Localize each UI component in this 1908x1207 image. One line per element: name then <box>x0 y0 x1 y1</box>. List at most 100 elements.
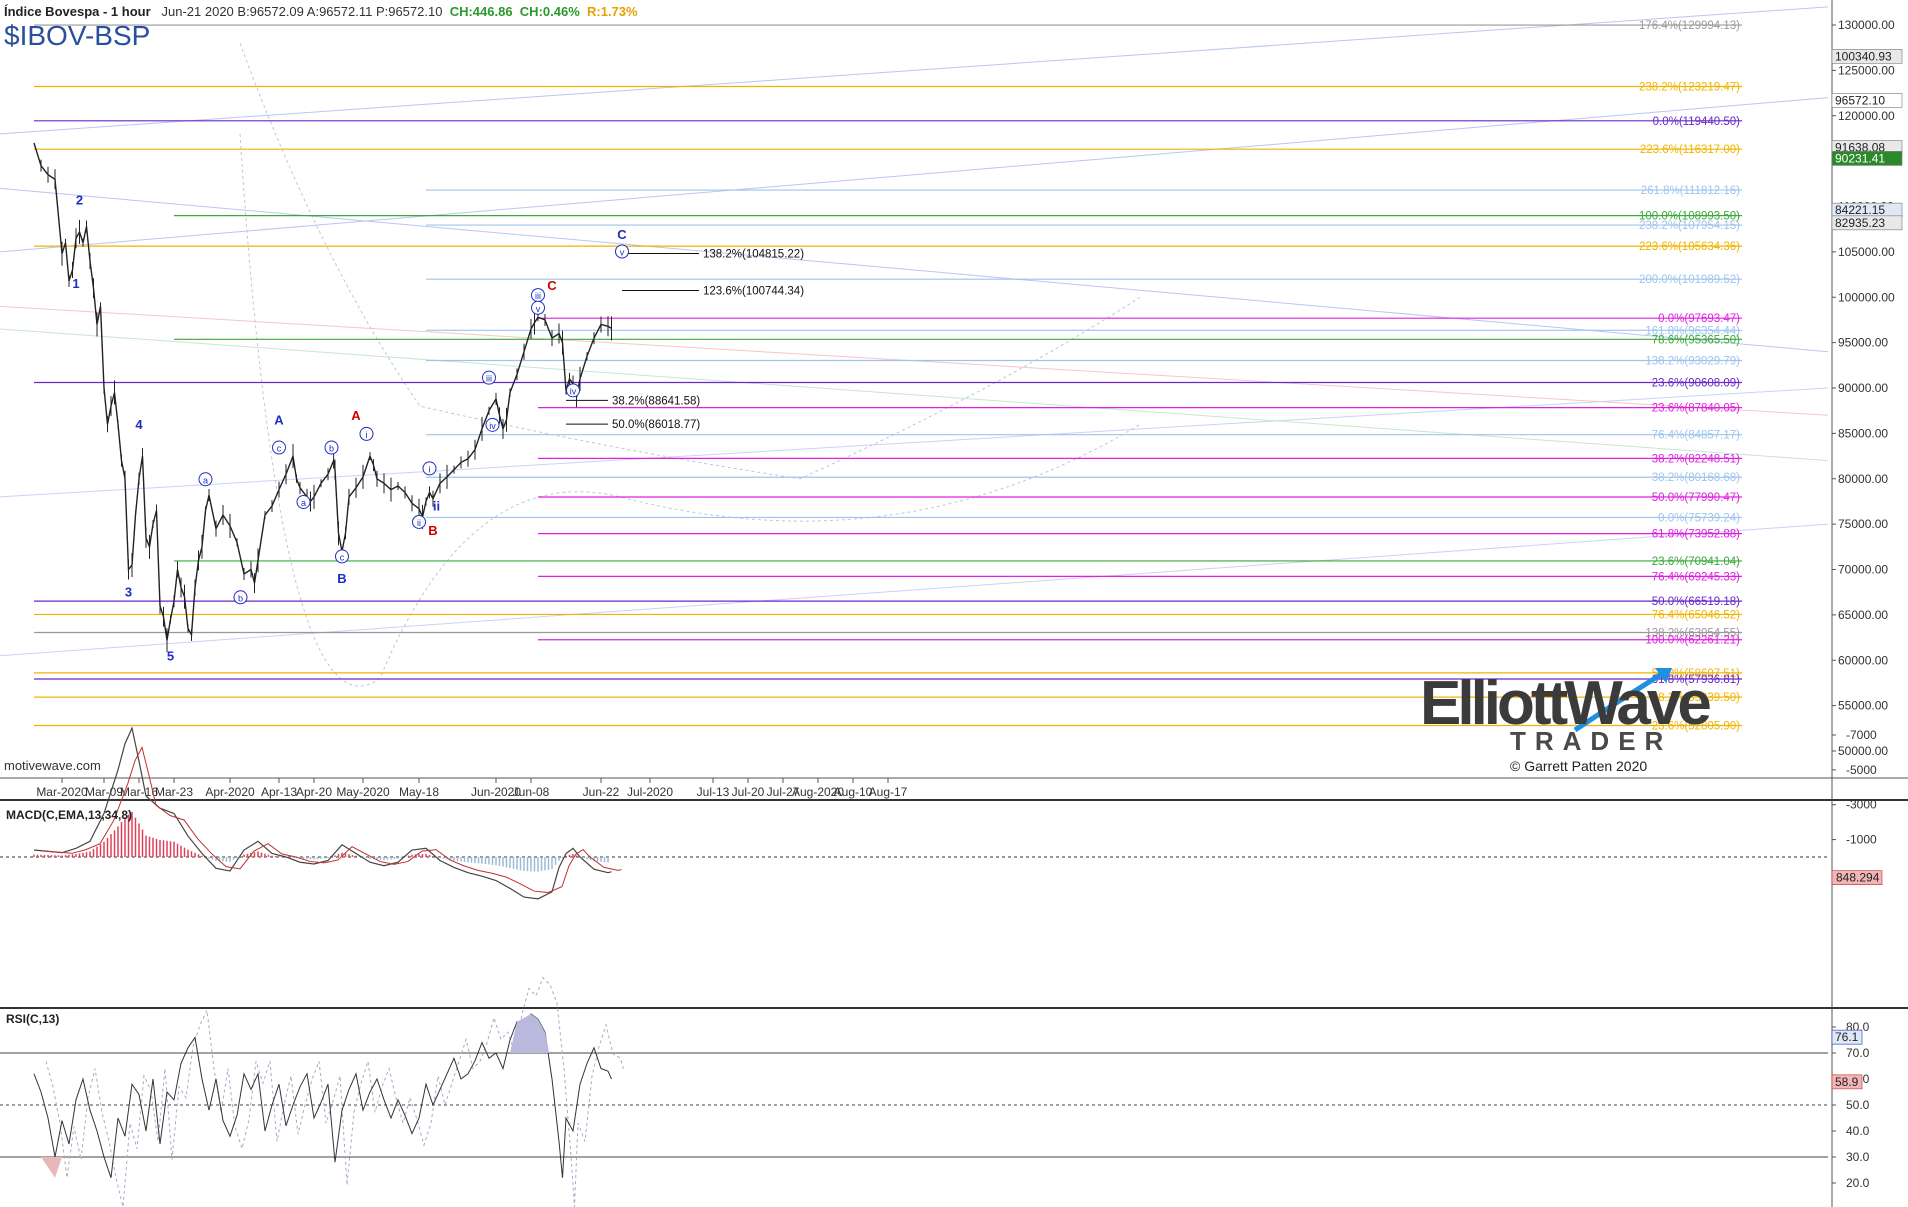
fib-level-label: 261.8%(111812.16) <box>1641 185 1740 197</box>
change-percent: CH:0.46% <box>519 4 580 19</box>
target-label: 38.2%(88641.58) <box>612 395 700 407</box>
instrument-title: Índice Bovespa - 1 hour <box>4 4 151 19</box>
time-tick-label: Jul-13 <box>697 785 730 799</box>
target-label: 138.2%(104815.22) <box>703 249 804 261</box>
fib-level-label: 76.4%(69245.33) <box>1652 571 1740 583</box>
rsi-smoothed-line <box>45 976 624 1207</box>
rsi-tick-label: 70.0 <box>1846 1046 1870 1060</box>
wave-label: ii <box>433 499 440 514</box>
macd-tick-label: -3000 <box>1846 798 1877 812</box>
fib-level-label: 200.0%(101989.52) <box>1639 274 1740 286</box>
price-tick-label: 85000.00 <box>1838 426 1888 440</box>
fib-level-label: 76.4%(65046.52) <box>1652 609 1740 621</box>
fib-level-label: 38.2%(82248.51) <box>1652 453 1740 465</box>
rsi-title: RSI(C,13) <box>6 1012 60 1026</box>
wave-label: iii <box>486 374 492 384</box>
time-tick-label: Mar-09 <box>85 785 123 799</box>
fib-level-label: 176.4%(129994.13) <box>1639 20 1740 32</box>
fib-level-label: 238.2%(123219.47) <box>1639 82 1740 94</box>
price-tick-label: 50000.00 <box>1838 744 1888 758</box>
fib-level-label: 138.2%(93029.79) <box>1645 356 1740 368</box>
rsi-overbought-shade <box>510 1014 550 1053</box>
wave-label: b <box>329 444 334 454</box>
wave-label: A <box>351 408 361 423</box>
time-tick-label: May-2020 <box>336 785 390 799</box>
price-tag: 100340.93 <box>1835 49 1892 63</box>
wave-label: A <box>274 412 284 427</box>
wave-label: c <box>340 552 345 562</box>
wave-label: iv <box>489 421 496 431</box>
wave-label: a <box>301 498 306 508</box>
logo-sub: TRADER <box>1510 726 1673 756</box>
trend-line <box>0 6 1829 135</box>
price-tick-label: 55000.00 <box>1838 699 1888 713</box>
fib-level-label: 223.6%(105634.36) <box>1639 241 1740 253</box>
target-label: 50.0%(86018.77) <box>612 419 700 431</box>
rsi-oversold-shade <box>41 1157 62 1178</box>
wave-label: c <box>277 444 282 454</box>
bollinger-band-upper <box>239 42 1141 480</box>
wave-label: B <box>428 523 437 538</box>
fib-level-label: 0.0%(119440.50) <box>1653 116 1741 128</box>
time-tick-label: Apr-13 <box>261 785 297 799</box>
wave-label: a <box>203 475 208 485</box>
time-tick-label: Mar-2020 <box>36 785 88 799</box>
macd-tick-label: -7000 <box>1846 728 1877 742</box>
time-tick-label: Apr-2020 <box>205 785 255 799</box>
wave-label: v <box>536 304 541 314</box>
price-tick-label: 90000.00 <box>1838 381 1888 395</box>
price-tick-label: 130000.00 <box>1838 18 1895 32</box>
rsi-tick-label: 30.0 <box>1846 1150 1870 1164</box>
time-tick-label: Apr-20 <box>296 785 332 799</box>
wave-label: 5 <box>167 648 174 663</box>
wave-label: b <box>238 593 243 603</box>
target-label: 123.6%(100744.34) <box>703 285 804 297</box>
rsi-value: 76.1 <box>1835 1030 1859 1044</box>
change-points: CH:446.86 <box>449 4 513 19</box>
wave-label: i <box>366 430 368 440</box>
fib-level-label: 38.2%(80168.68) <box>1652 472 1740 484</box>
fib-level-label: 76.4%(84857.17) <box>1652 430 1740 442</box>
wave-label: B <box>337 571 346 586</box>
trend-line <box>0 523 1829 657</box>
price-tick-label: 105000.00 <box>1838 245 1895 259</box>
fib-level-label: 238.2%(107954.15) <box>1639 220 1740 232</box>
source-watermark: motivewave.com <box>4 758 101 773</box>
fib-level-label: 100.0%(62261.21) <box>1645 635 1740 647</box>
chart-canvas: 176.4%(129994.13) 238.2%(123219.47) 0.0%(1… <box>0 0 1908 1207</box>
quote-info: Jun-21 2020 B:96572.09 A:96572.11 P:9657… <box>161 4 443 19</box>
wave-label: i <box>429 464 431 474</box>
time-tick-label: Aug-17 <box>869 785 908 799</box>
rsi-value: 58.9 <box>1835 1075 1859 1089</box>
wave-label: 1 <box>72 276 79 291</box>
time-tick-label: Mar-23 <box>155 785 193 799</box>
time-tick-label: Jul-20 <box>732 785 765 799</box>
rsi-tick-label: 50.0 <box>1846 1098 1870 1112</box>
price-tag: 82935.23 <box>1835 216 1885 230</box>
fib-level-label: 50.0%(77990.47) <box>1652 492 1740 504</box>
price-tick-label: 60000.00 <box>1838 653 1888 667</box>
fib-level-label: 23.6%(87840.05) <box>1652 403 1740 415</box>
fib-level-label: 0.0%(97693.47) <box>1658 313 1740 325</box>
price-tick-label: 80000.00 <box>1838 472 1888 486</box>
macd-title: MACD(C,EMA,13,34,8) <box>6 808 133 822</box>
price-tag: 90231.41 <box>1835 151 1885 165</box>
price-tick-label: 125000.00 <box>1838 63 1895 77</box>
time-tick-label: Aug-10 <box>834 785 873 799</box>
price-tick-label: 95000.00 <box>1838 336 1888 350</box>
range-percent: R:1.73% <box>587 4 638 19</box>
wave-label: 3 <box>125 585 132 600</box>
macd-value: 848.294 <box>1836 871 1880 885</box>
trend-line <box>0 187 1829 353</box>
chart-header: Índice Bovespa - 1 hour Jun-21 2020 B:96… <box>4 4 638 19</box>
symbol-label: $IBOV-BSP <box>4 20 151 51</box>
fib-level-label: 50.0%(66519.18) <box>1652 596 1740 608</box>
rsi-tick-label: 40.0 <box>1846 1124 1870 1138</box>
price-tick-label: 75000.00 <box>1838 517 1888 531</box>
fib-level-label: 23.6%(90608.09) <box>1652 377 1740 389</box>
price-tick-label: 70000.00 <box>1838 563 1888 577</box>
time-tick-label: Jun-08 <box>513 785 550 799</box>
time-tick-label: Jun-22 <box>583 785 620 799</box>
time-tick-label: Jul-2020 <box>627 785 673 799</box>
macd-tick-label: -1000 <box>1846 833 1877 847</box>
